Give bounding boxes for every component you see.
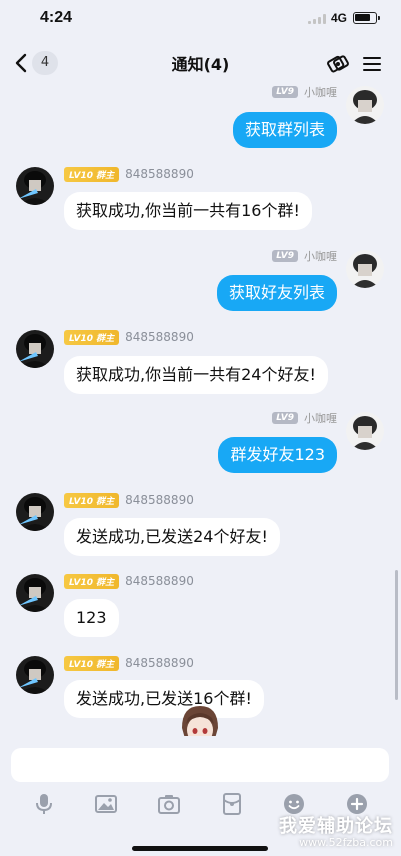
avatar[interactable] [16, 330, 54, 368]
level-badge: LV9 [272, 86, 298, 98]
sender-name: 848588890 [125, 167, 194, 181]
message-bubble[interactable]: 发送成功,已发送16个群! [64, 680, 264, 718]
level-badge: LV10 群主 [64, 655, 120, 671]
message-bubble[interactable]: 发送成功,已发送24个好友! [64, 518, 280, 556]
scrollbar[interactable] [395, 570, 398, 700]
level-badge: LV10 群主 [64, 573, 120, 589]
avatar[interactable] [346, 250, 384, 288]
avatar[interactable] [346, 86, 384, 124]
avatar[interactable] [16, 574, 54, 612]
avatar[interactable] [16, 167, 54, 205]
floating-character[interactable] [176, 702, 224, 736]
sender-name: 848588890 [125, 330, 194, 344]
sender-name: 小咖喱 [304, 86, 337, 99]
level-badge: LV10 群主 [64, 329, 120, 345]
sender-name: 848588890 [125, 493, 194, 507]
network-type: 4G [331, 11, 348, 25]
group-link-icon[interactable] [326, 52, 350, 76]
watermark-url: www.52fzba.com [299, 836, 393, 849]
status-time: 4:24 [40, 9, 73, 26]
message-bubble[interactable]: 123 [64, 599, 119, 637]
sender-name: 848588890 [125, 574, 194, 588]
level-badge: LV10 群主 [64, 166, 120, 182]
sender-name: 848588890 [125, 656, 194, 670]
chevron-left-icon [15, 53, 27, 73]
sender-name: 小咖喱 [304, 250, 337, 263]
level-badge: LV9 [272, 412, 298, 424]
chat-message-list[interactable]: LV9 小咖喱 获取群列表 LV10 群主 848588890 获取成功,你当前… [0, 84, 401, 736]
message-bubble[interactable]: 获取群列表 [232, 112, 337, 148]
input-area: 我爱辅助论坛 www.52fzba.com [0, 736, 401, 856]
message-bubble[interactable]: 获取成功,你当前一共有16个群! [64, 192, 312, 230]
page-title: 通知(4) [171, 55, 230, 74]
sender-name: 小咖喱 [304, 412, 337, 425]
message-bubble[interactable]: 获取好友列表 [216, 275, 337, 311]
red-packet-icon[interactable] [220, 792, 244, 816]
message-bubble[interactable]: 获取成功,你当前一共有24个好友! [64, 356, 328, 394]
avatar[interactable] [346, 412, 384, 450]
avatar[interactable] [16, 493, 54, 531]
avatar[interactable] [16, 656, 54, 694]
home-indicator[interactable] [132, 846, 268, 851]
microphone-icon[interactable] [32, 792, 56, 816]
battery-icon [353, 12, 380, 24]
message-input[interactable] [11, 748, 389, 782]
level-badge: LV9 [272, 250, 298, 262]
message-bubble[interactable]: 群发好友123 [218, 437, 337, 473]
unread-count-badge: 4 [32, 51, 58, 75]
nav-bar: 4 通知(4) [0, 40, 401, 84]
level-badge: LV10 群主 [64, 492, 120, 508]
emoji-icon[interactable] [282, 792, 306, 816]
camera-icon[interactable] [157, 792, 181, 816]
status-bar: 4:24 4G [0, 0, 401, 40]
menu-icon[interactable] [360, 52, 384, 76]
signal-icon [308, 14, 326, 24]
plus-icon[interactable] [345, 792, 369, 816]
image-icon[interactable] [94, 792, 118, 816]
back-button[interactable]: 4 [14, 50, 58, 76]
